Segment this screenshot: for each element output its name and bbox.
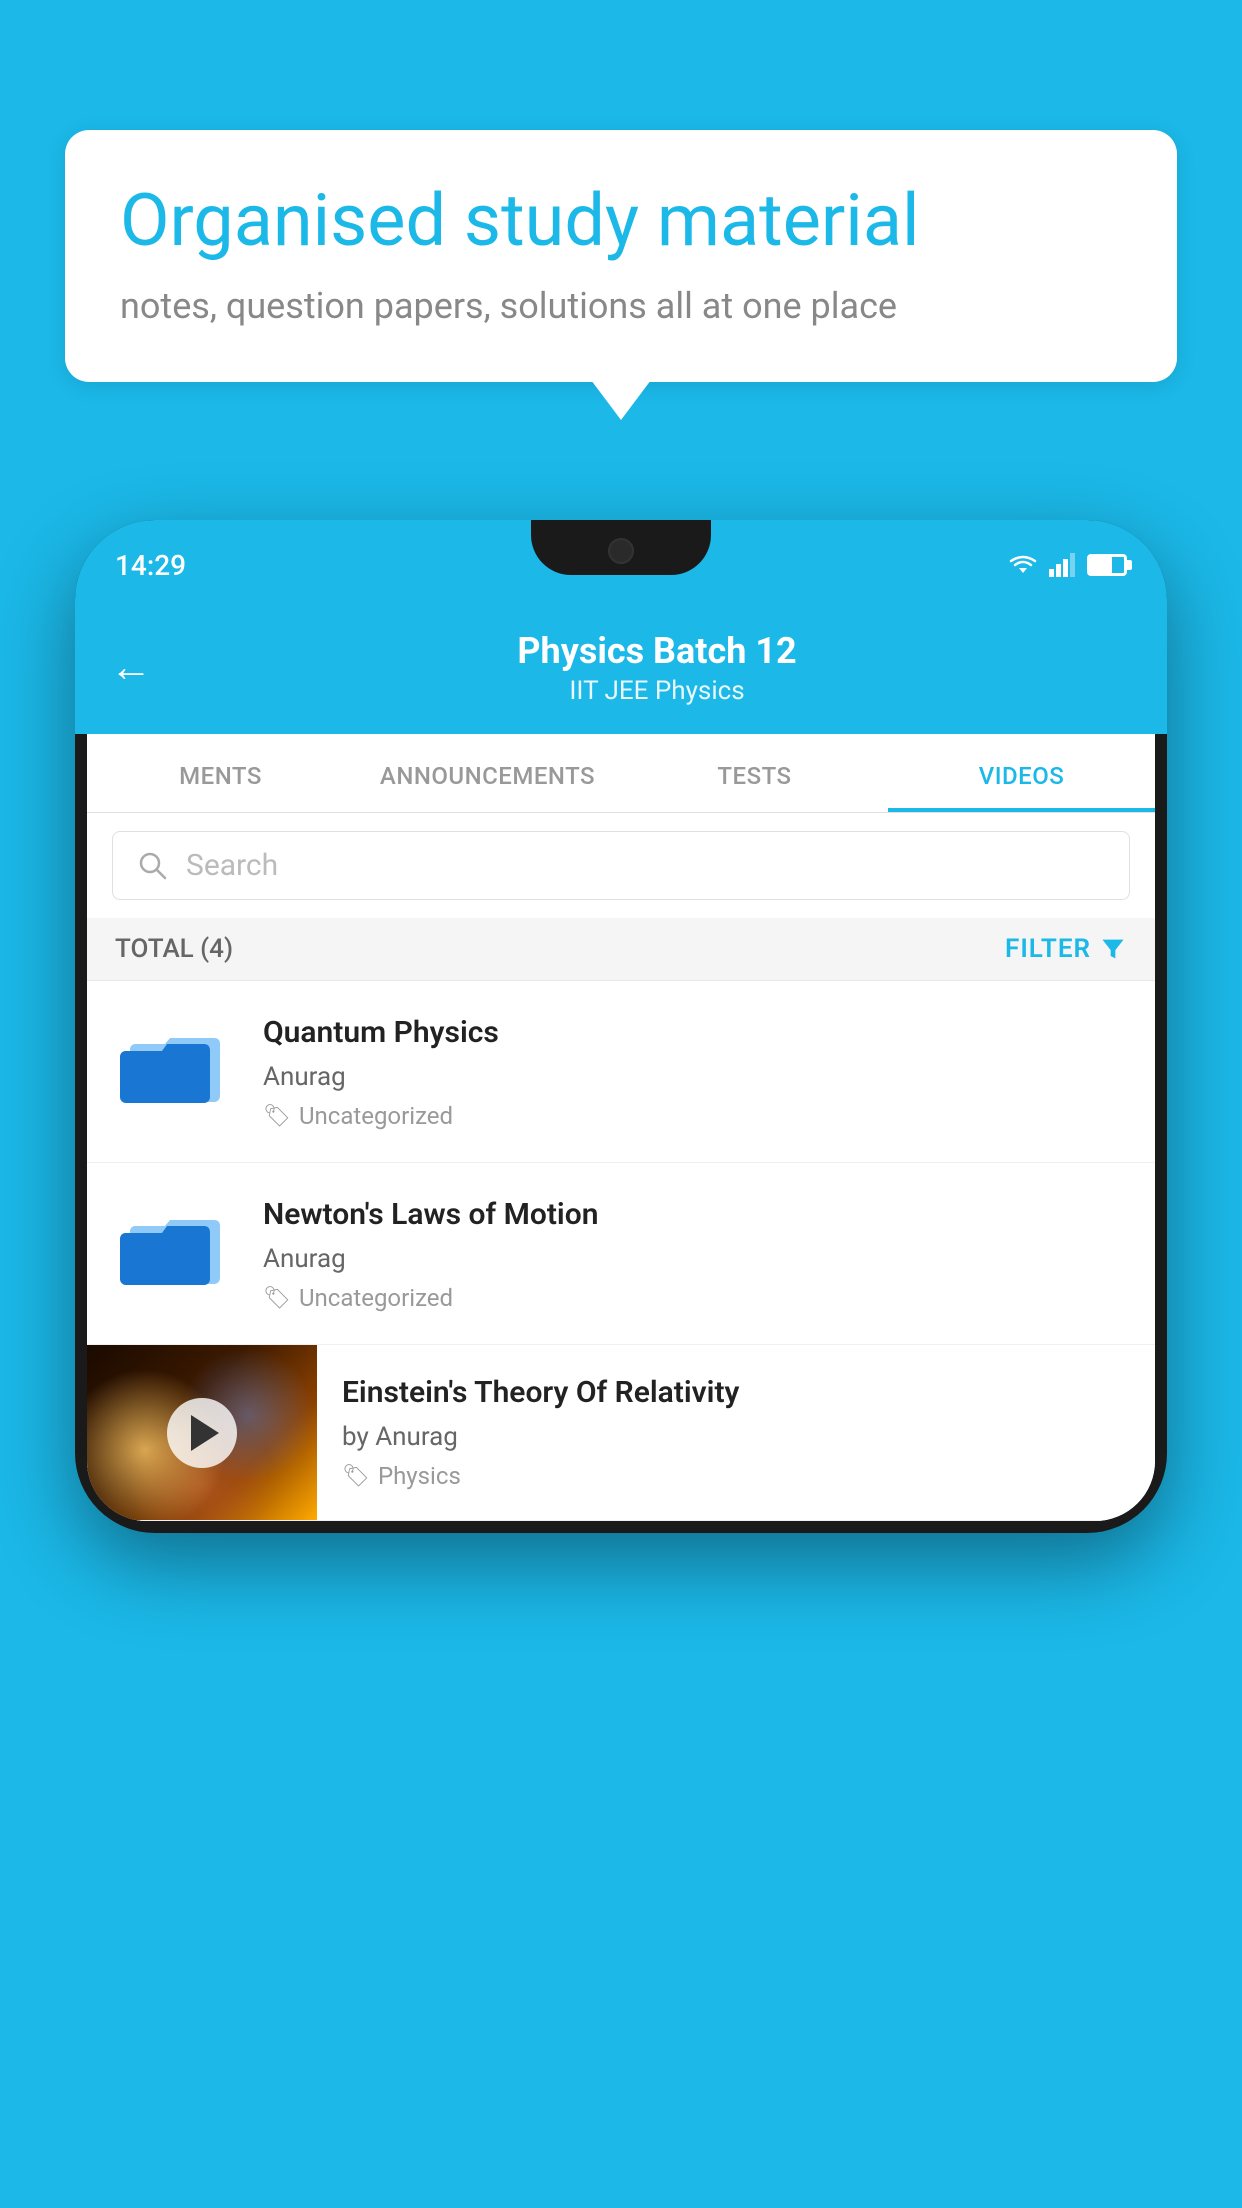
filter-bar: TOTAL (4) FILTER xyxy=(87,918,1155,981)
speech-bubble-subtitle: notes, question papers, solutions all at… xyxy=(120,285,1122,327)
video-title-3: Einstein's Theory Of Relativity xyxy=(342,1373,1130,1412)
phone-frame: 14:29 xyxy=(75,520,1167,1533)
tab-announcements[interactable]: ANNOUNCEMENTS xyxy=(354,734,621,812)
video-author-2: Anurag xyxy=(263,1244,1127,1274)
speech-bubble-container: Organised study material notes, question… xyxy=(65,130,1177,382)
tabs-bar: MENTS ANNOUNCEMENTS TESTS VIDEOS xyxy=(87,734,1155,813)
video-thumb-2 xyxy=(115,1195,235,1290)
tab-ments[interactable]: MENTS xyxy=(87,734,354,812)
phone-wrapper: 14:29 xyxy=(75,520,1167,1533)
video-author-1: Anurag xyxy=(263,1062,1127,1092)
video-author-3: by Anurag xyxy=(342,1422,1130,1452)
speech-bubble: Organised study material notes, question… xyxy=(65,130,1177,382)
tag-icon: 🏷 xyxy=(263,1104,291,1129)
play-button[interactable] xyxy=(167,1398,237,1468)
batch-subtitle: IIT JEE Physics xyxy=(182,676,1132,706)
phone-content: MENTS ANNOUNCEMENTS TESTS VIDEOS xyxy=(87,734,1155,1521)
status-time: 14:29 xyxy=(115,549,186,582)
header-title-group: Physics Batch 12 IIT JEE Physics xyxy=(182,630,1132,706)
filter-funnel-icon xyxy=(1099,935,1127,963)
status-icons xyxy=(1007,553,1127,577)
battery-icon xyxy=(1087,554,1127,576)
video-title-1: Quantum Physics xyxy=(263,1013,1127,1052)
list-item[interactable]: Newton's Laws of Motion Anurag 🏷 Uncateg… xyxy=(87,1163,1155,1345)
search-input[interactable]: Search xyxy=(186,848,278,883)
search-container: Search xyxy=(87,813,1155,918)
filter-button[interactable]: FILTER xyxy=(1005,934,1127,964)
video-tag-2: 🏷 Uncategorized xyxy=(263,1284,1127,1312)
search-bar[interactable]: Search xyxy=(112,831,1130,900)
status-bar: 14:29 xyxy=(75,520,1167,610)
tab-tests[interactable]: TESTS xyxy=(621,734,888,812)
einstein-thumbnail xyxy=(87,1345,317,1520)
play-triangle-icon xyxy=(191,1415,219,1451)
folder-icon xyxy=(120,1016,230,1106)
tag-icon: 🏷 xyxy=(263,1286,291,1311)
wifi-icon xyxy=(1007,553,1039,577)
video-title-2: Newton's Laws of Motion xyxy=(263,1195,1127,1234)
video-tag-3: 🏷 Physics xyxy=(342,1462,1130,1490)
video-info-1: Quantum Physics Anurag 🏷 Uncategorized xyxy=(263,1013,1127,1130)
signal-icon xyxy=(1049,553,1077,577)
search-icon xyxy=(138,851,168,881)
list-item[interactable]: Einstein's Theory Of Relativity by Anura… xyxy=(87,1345,1155,1521)
video-thumb-1 xyxy=(115,1013,235,1108)
tab-videos[interactable]: VIDEOS xyxy=(888,734,1155,812)
video-info-2: Newton's Laws of Motion Anurag 🏷 Uncateg… xyxy=(263,1195,1127,1312)
tag-icon: 🏷 xyxy=(342,1464,370,1489)
folder-icon xyxy=(120,1198,230,1288)
back-button[interactable]: ← xyxy=(110,647,152,689)
phone-camera xyxy=(608,538,634,564)
batch-title: Physics Batch 12 xyxy=(182,630,1132,672)
speech-bubble-title: Organised study material xyxy=(120,180,1122,263)
app-header: ← Physics Batch 12 IIT JEE Physics xyxy=(75,610,1167,734)
video-info-3: Einstein's Theory Of Relativity by Anura… xyxy=(317,1345,1155,1518)
video-list: Quantum Physics Anurag 🏷 Uncategorized xyxy=(87,981,1155,1521)
video-tag-1: 🏷 Uncategorized xyxy=(263,1102,1127,1130)
list-item[interactable]: Quantum Physics Anurag 🏷 Uncategorized xyxy=(87,981,1155,1163)
total-count: TOTAL (4) xyxy=(115,934,233,964)
